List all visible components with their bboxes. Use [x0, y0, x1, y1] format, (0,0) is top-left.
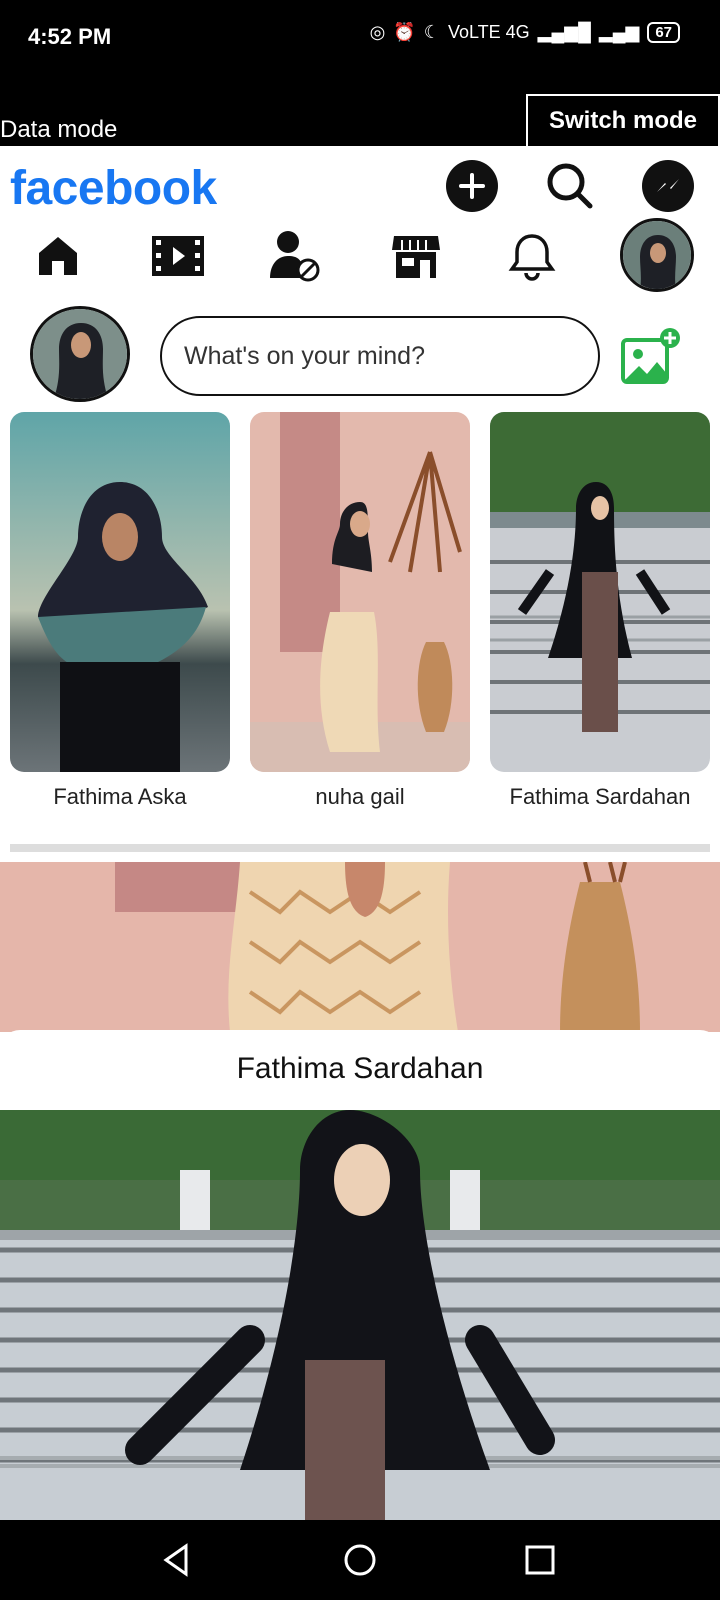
avatar-image	[623, 221, 691, 289]
story-card[interactable]	[250, 412, 470, 772]
facebook-logo: facebook	[10, 162, 217, 206]
add-photo-icon	[621, 328, 680, 384]
switch-mode-button[interactable]: Switch mode	[526, 94, 720, 146]
tab-friends[interactable]	[264, 226, 324, 286]
square-icon	[525, 1545, 555, 1575]
home-icon	[39, 237, 77, 275]
tab-video[interactable]	[148, 226, 208, 286]
data-mode-label: Data mode	[0, 116, 118, 143]
story-image	[490, 412, 710, 772]
post-main-image[interactable]	[0, 1110, 720, 1520]
status-time: 4:52 PM	[28, 24, 112, 49]
post-author-header: Fathima Sardahan	[0, 1030, 720, 1110]
plus-icon	[459, 173, 485, 199]
recents-button[interactable]	[522, 1542, 558, 1583]
friends-blocked-icon	[270, 231, 320, 282]
story-name: nuha gail	[315, 784, 405, 809]
tab-home[interactable]	[28, 226, 88, 286]
status-composer-input[interactable]: What's on your mind?	[160, 316, 600, 396]
data-mode-bar: Data mode Switch mode	[0, 88, 720, 146]
bell-icon	[508, 234, 556, 281]
status-bar: 4:52 PM ◎ ⏰ ☾ VoLTE 4G ▂▄▆█ ▂▄▆ 67	[0, 0, 720, 88]
messenger-icon	[657, 179, 679, 192]
create-button[interactable]	[446, 160, 498, 212]
back-button[interactable]	[160, 1542, 196, 1583]
alarm-icon: ⏰	[393, 22, 416, 42]
video-icon	[152, 236, 204, 276]
moon-icon: ☾	[423, 22, 440, 42]
search-button[interactable]	[544, 160, 596, 212]
status-icons: ◎ ⏰ ☾ VoLTE 4G ▂▄▆█ ▂▄▆ 67	[370, 22, 680, 43]
post-photo	[0, 862, 720, 1032]
battery-indicator: 67	[647, 22, 680, 43]
marketplace-icon	[392, 236, 440, 278]
story-image	[10, 412, 230, 772]
story-name: Fathima Sardahan	[509, 784, 691, 809]
hotspot-icon: ◎	[369, 22, 386, 42]
back-icon	[163, 1543, 188, 1577]
story-image	[250, 412, 470, 772]
story-card[interactable]	[490, 412, 710, 772]
system-nav-bar	[0, 1520, 720, 1600]
profile-avatar[interactable]	[620, 218, 694, 292]
signal-icon-2: ▂▄▆	[598, 22, 640, 42]
messenger-button[interactable]	[642, 160, 694, 212]
signal-icon: ▂▄▆█	[537, 22, 591, 42]
tab-notifications[interactable]	[502, 226, 562, 286]
post-photo	[0, 1110, 720, 1520]
post-image-top[interactable]	[0, 862, 720, 1032]
network-label: VoLTE 4G	[447, 22, 530, 42]
composer-avatar[interactable]	[30, 306, 130, 402]
section-divider	[10, 844, 710, 852]
circle-icon	[344, 1544, 376, 1576]
story-card[interactable]	[10, 412, 230, 772]
tab-marketplace[interactable]	[386, 226, 446, 286]
post-author-name: Fathima Sardahan	[236, 1052, 484, 1085]
story-name: Fathima Aska	[53, 784, 187, 809]
search-icon	[547, 163, 593, 209]
avatar-image	[33, 309, 127, 399]
photo-upload-button[interactable]	[620, 326, 684, 386]
home-nav-button[interactable]	[342, 1542, 378, 1583]
